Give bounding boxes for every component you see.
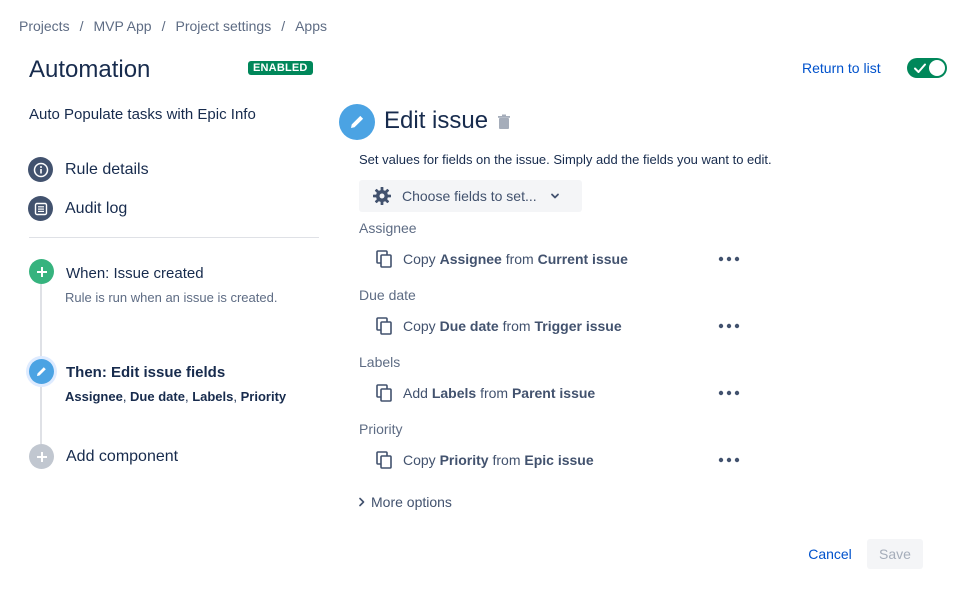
edit-issue-description: Set values for fields on the issue. Simp… (359, 152, 772, 167)
field-label-due-date: Due date (359, 287, 416, 303)
chevron-down-icon (550, 193, 559, 199)
breadcrumb-project-settings[interactable]: Project settings (175, 18, 271, 34)
trash-icon[interactable] (497, 114, 511, 130)
field-label-labels: Labels (359, 354, 401, 370)
field-row-priority[interactable]: Copy Priority from Epic issue (376, 451, 594, 469)
cancel-button[interactable]: Cancel (800, 539, 860, 569)
pencil-icon (339, 104, 375, 140)
status-badge: ENABLED (248, 61, 313, 75)
breadcrumb-mvp-app[interactable]: MVP App (93, 18, 151, 34)
field-name: Labels (431, 385, 477, 401)
field-from: from (480, 385, 509, 401)
copy-icon (376, 317, 392, 335)
field-source: Epic issue (524, 452, 594, 468)
page-title: Automation (29, 56, 151, 83)
toggle-knob (929, 60, 945, 76)
sidebar-item-label: Rule details (65, 160, 149, 178)
rule-name: Auto Populate tasks with Epic Info (29, 106, 256, 123)
list-icon (28, 196, 53, 221)
breadcrumb-projects[interactable]: Projects (19, 18, 70, 34)
more-actions-icon[interactable] (718, 389, 740, 397)
field-name: Priority (439, 452, 489, 468)
sidebar-item-label: Audit log (65, 199, 128, 217)
field-from: from (492, 452, 521, 468)
edit-issue-title: Edit issue (384, 107, 489, 134)
field-from: from (502, 318, 531, 334)
field-label-priority: Priority (359, 421, 403, 437)
field-name: Due date (439, 318, 499, 334)
gear-icon (373, 187, 391, 205)
field-source: Trigger issue (534, 318, 622, 334)
action-field-priority: Priority (240, 389, 287, 404)
save-button[interactable]: Save (867, 539, 923, 569)
return-to-list-link[interactable]: Return to list (802, 60, 881, 76)
field-from: from (505, 251, 534, 267)
copy-icon (376, 250, 392, 268)
field-verb: Copy (403, 452, 436, 468)
action-step-fields: Assignee, Due date, Labels, Priority (65, 389, 287, 404)
breadcrumb-separator: / (79, 18, 84, 34)
field-name: Assignee (439, 251, 502, 267)
breadcrumb-separator: / (161, 18, 166, 34)
sidebar-divider (29, 237, 319, 238)
field-row-labels[interactable]: Add Labels from Parent issue (376, 384, 595, 402)
more-actions-icon[interactable] (718, 322, 740, 330)
field-verb: Copy (403, 318, 436, 334)
sidebar-item-rule-details[interactable]: Rule details (28, 157, 149, 182)
field-source: Current issue (537, 251, 628, 267)
rule-enabled-toggle[interactable] (907, 58, 947, 78)
action-field-labels: Labels (192, 389, 234, 404)
chevron-right-icon (359, 497, 365, 507)
more-actions-icon[interactable] (718, 255, 740, 263)
breadcrumb-separator: / (281, 18, 286, 34)
copy-icon (376, 384, 392, 402)
more-options-toggle[interactable]: More options (359, 494, 452, 510)
field-source: Parent issue (511, 385, 596, 401)
copy-icon (376, 451, 392, 469)
more-actions-icon[interactable] (718, 456, 740, 464)
field-row-due-date[interactable]: Copy Due date from Trigger issue (376, 317, 622, 335)
add-component-label[interactable]: Add component (66, 448, 178, 466)
sidebar-item-audit-log[interactable]: Audit log (28, 196, 127, 221)
field-row-assignee[interactable]: Copy Assignee from Current issue (376, 250, 628, 268)
add-component-plus-icon[interactable] (29, 444, 54, 469)
action-pencil-icon[interactable] (29, 359, 54, 384)
field-verb: Add (403, 385, 428, 401)
field-verb: Copy (403, 251, 436, 267)
breadcrumb: Projects / MVP App / Project settings / … (19, 18, 327, 34)
breadcrumb-apps[interactable]: Apps (295, 18, 327, 34)
choose-fields-dropdown[interactable]: Choose fields to set... (359, 180, 582, 212)
choose-fields-label: Choose fields to set... (402, 188, 537, 204)
trigger-plus-icon[interactable] (29, 259, 54, 284)
action-field-due-date: Due date (130, 389, 185, 404)
check-icon (914, 63, 926, 73)
action-step-title[interactable]: Then: Edit issue fields (66, 364, 225, 381)
action-field-assignee: Assignee (65, 389, 123, 404)
more-options-label: More options (371, 494, 452, 510)
field-label-assignee: Assignee (359, 220, 417, 236)
trigger-step-subtitle: Rule is run when an issue is created. (65, 290, 278, 305)
trigger-step-title[interactable]: When: Issue created (66, 265, 204, 282)
info-icon (28, 157, 53, 182)
